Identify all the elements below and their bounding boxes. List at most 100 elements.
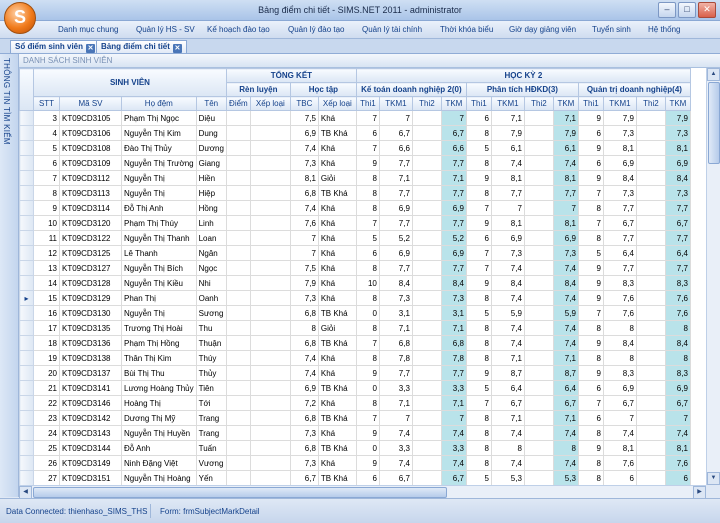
cell-tkm[interactable]: 6,8	[440, 335, 467, 351]
cell-diem-ren-luyen[interactable]	[225, 320, 251, 336]
cell-thi2[interactable]	[411, 470, 442, 485]
cell-xep-loai-ren-luyen[interactable]	[249, 140, 291, 156]
cell-tkm[interactable]: 7	[664, 410, 691, 426]
cell-xep-loai[interactable]: Khá	[317, 395, 357, 411]
cell-thi1[interactable]: 9	[577, 170, 604, 186]
cell-tkm[interactable]: 7,7	[664, 200, 691, 216]
cell-thi1[interactable]: 6	[465, 230, 492, 246]
cell-thi1[interactable]: 6	[577, 380, 604, 396]
cell-diem-ren-luyen[interactable]	[225, 110, 251, 126]
cell-tbc[interactable]: 7,3	[289, 425, 319, 441]
table-row[interactable]: 19 KT09CD3138 Thân Thị Kim Thúy 7,4 Khá 8 7,8 7,…	[19, 350, 691, 366]
cell-xep-loai-ren-luyen[interactable]	[249, 110, 291, 126]
cell-ten[interactable]: Oanh	[195, 290, 227, 306]
cell-tbc[interactable]: 7,4	[289, 365, 319, 381]
cell-thi1[interactable]: 7	[355, 410, 380, 426]
cell-tkm[interactable]: 7,6	[664, 290, 691, 306]
cell-tkm[interactable]: 7,9	[664, 110, 691, 126]
cell-tkm1[interactable]: 8,7	[490, 365, 525, 381]
cell-stt[interactable]: 19	[33, 350, 60, 366]
cell-tkm[interactable]: 8	[664, 350, 691, 366]
menu-quan-ly-hssv[interactable]: Quản lý HS - SV	[136, 25, 195, 34]
cell-tbc[interactable]: 6,8	[289, 335, 319, 351]
cell-tkm1[interactable]: 7,1	[490, 350, 525, 366]
cell-ten[interactable]: Sương	[195, 305, 227, 321]
col-xep-loai-rl[interactable]: Xếp loại	[249, 96, 291, 111]
menu-gio-day-giang-vien[interactable]: Giờ dạy giảng viên	[509, 25, 576, 34]
cell-xep-loai[interactable]: Khá	[317, 245, 357, 261]
cell-diem-ren-luyen[interactable]	[225, 230, 251, 246]
cell-tkm1[interactable]: 8,4	[602, 335, 637, 351]
cell-xep-loai-ren-luyen[interactable]	[249, 470, 291, 485]
cell-thi2[interactable]	[523, 455, 554, 471]
cell-diem-ren-luyen[interactable]	[225, 395, 251, 411]
cell-tkm1[interactable]: 6,9	[602, 155, 637, 171]
cell-diem-ren-luyen[interactable]	[225, 125, 251, 141]
cell-thi1[interactable]: 7	[465, 200, 492, 216]
cell-tkm[interactable]: 8,1	[552, 170, 579, 186]
cell-xep-loai-ren-luyen[interactable]	[249, 335, 291, 351]
cell-tkm[interactable]: 5,2	[440, 230, 467, 246]
cell-thi1[interactable]: 7	[355, 335, 380, 351]
row-selector[interactable]	[19, 110, 34, 126]
cell-thi1[interactable]: 9	[577, 140, 604, 156]
cell-tkm1[interactable]: 7,3	[602, 185, 637, 201]
search-sidebar[interactable]: THÔNG TIN TÌM KIẾM	[0, 54, 19, 497]
cell-thi1[interactable]: 7	[465, 260, 492, 276]
cell-tkm[interactable]: 8	[664, 320, 691, 336]
cell-ma-sv[interactable]: KT09CD3136	[59, 335, 122, 351]
cell-thi1[interactable]: 8	[577, 350, 604, 366]
cell-ho-dem[interactable]: Bùi Thị Thu	[121, 365, 197, 381]
cell-ma-sv[interactable]: KT09CD3135	[59, 320, 122, 336]
menu-ke-hoach-dao-tao[interactable]: Kế hoạch đào tạo	[207, 25, 270, 34]
cell-ma-sv[interactable]: KT09CD3114	[59, 200, 122, 216]
table-row[interactable]: 21 KT09CD3141 Lương Hoàng Thủy Tiên 6,9 TB Kh…	[19, 380, 691, 396]
cell-thi1[interactable]: 8	[355, 170, 380, 186]
cell-ma-sv[interactable]: KT09CD3128	[59, 275, 122, 291]
cell-tkm[interactable]: 6,4	[552, 380, 579, 396]
cell-thi1[interactable]: 9	[465, 275, 492, 291]
cell-tkm[interactable]: 3,3	[440, 380, 467, 396]
cell-tbc[interactable]: 7,3	[289, 455, 319, 471]
cell-tkm1[interactable]: 5,2	[378, 230, 413, 246]
cell-tkm[interactable]: 7,6	[664, 455, 691, 471]
cell-thi2[interactable]	[411, 110, 442, 126]
cell-ma-sv[interactable]: KT09CD3122	[59, 230, 122, 246]
col-tkm1[interactable]: TKM1	[490, 96, 525, 111]
cell-tkm1[interactable]: 7,6	[602, 455, 637, 471]
cell-tkm[interactable]: 5,3	[552, 470, 579, 485]
cell-thi1[interactable]: 7	[355, 215, 380, 231]
cell-xep-loai[interactable]: TB Khá	[317, 410, 357, 426]
cell-ho-dem[interactable]: Nguyễn Thị Thanh	[121, 230, 197, 246]
cell-tkm1[interactable]: 7,4	[490, 425, 525, 441]
cell-ho-dem[interactable]: Phạm Thị Ngọc	[121, 110, 197, 126]
cell-stt[interactable]: 12	[33, 245, 60, 261]
cell-thi2[interactable]	[523, 215, 554, 231]
cell-thi2[interactable]	[635, 425, 666, 441]
cell-xep-loai[interactable]: Khá	[317, 425, 357, 441]
cell-tbc[interactable]: 7,4	[289, 140, 319, 156]
cell-tkm1[interactable]: 8,1	[490, 170, 525, 186]
cell-xep-loai[interactable]: Khá	[317, 230, 357, 246]
cell-tkm[interactable]: 7,9	[552, 125, 579, 141]
cell-tkm[interactable]: 7	[440, 110, 467, 126]
cell-xep-loai[interactable]: Khá	[317, 140, 357, 156]
tab-so-diem-sinh-vien[interactable]: Sổ điểm sinh viên ✕	[10, 40, 101, 53]
cell-ma-sv[interactable]: KT09CD3137	[59, 365, 122, 381]
cell-thi1[interactable]: 8	[465, 125, 492, 141]
cell-stt[interactable]: 14	[33, 275, 60, 291]
cell-thi1[interactable]: 8	[465, 335, 492, 351]
cell-thi2[interactable]	[635, 395, 666, 411]
cell-ma-sv[interactable]: KT09CD3151	[59, 470, 122, 485]
cell-tkm[interactable]: 7,7	[440, 365, 467, 381]
cell-ten[interactable]: Thuận	[195, 335, 227, 351]
cell-xep-loai[interactable]: Giỏi	[317, 320, 357, 336]
cell-ho-dem[interactable]: Nguyễn Thị	[121, 185, 197, 201]
cell-thi1[interactable]: 8	[355, 350, 380, 366]
cell-tkm1[interactable]: 7,7	[378, 260, 413, 276]
cell-xep-loai-ren-luyen[interactable]	[249, 170, 291, 186]
cell-thi1[interactable]: 7	[577, 305, 604, 321]
horizontal-scroll-thumb[interactable]	[33, 487, 447, 498]
cell-tbc[interactable]: 7,5	[289, 260, 319, 276]
cell-xep-loai-ren-luyen[interactable]	[249, 305, 291, 321]
